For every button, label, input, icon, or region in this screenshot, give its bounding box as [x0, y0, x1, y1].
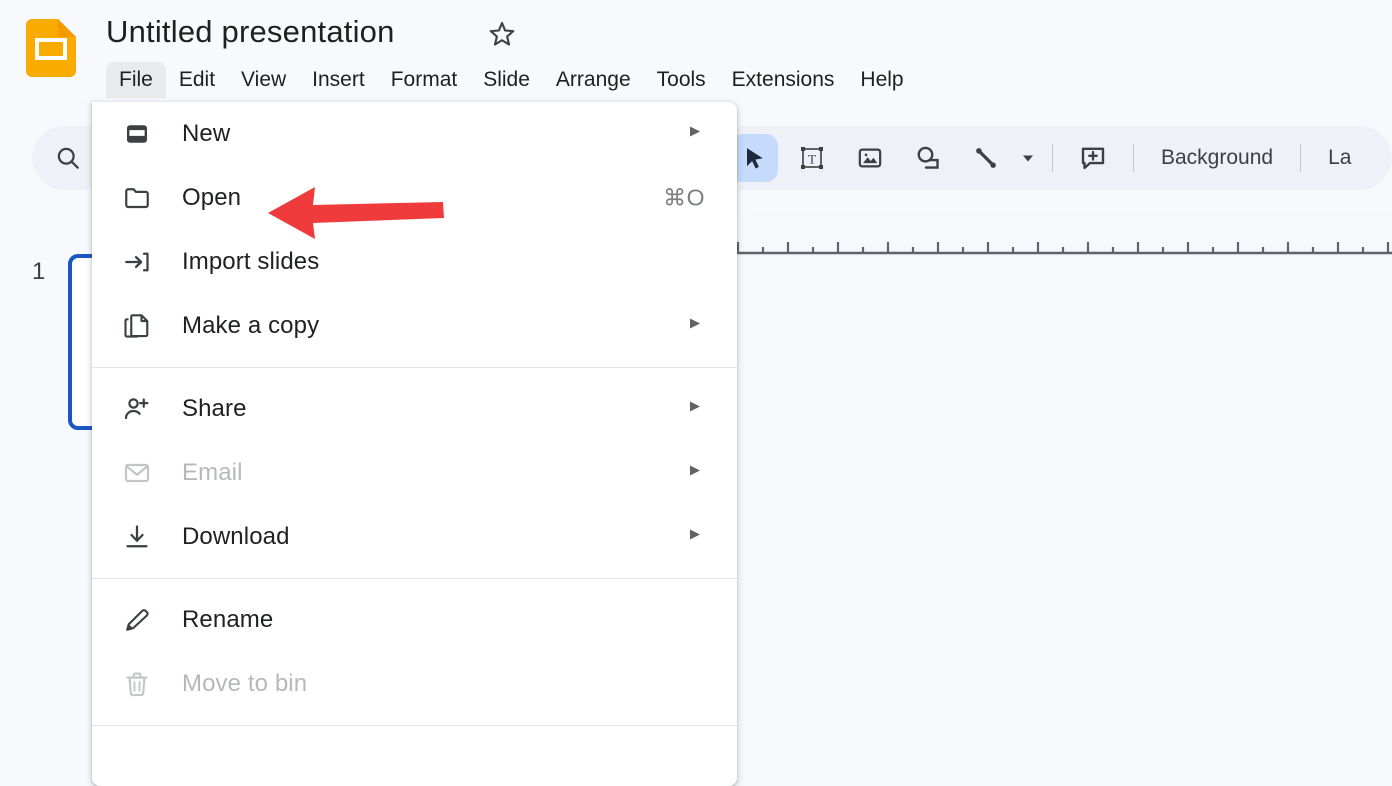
insert-shape-icon[interactable]: [904, 134, 952, 182]
menu-insert[interactable]: Insert: [299, 62, 378, 98]
slide-canvas-area[interactable]: [716, 214, 1392, 786]
trash-icon: [120, 667, 154, 701]
menu-item-new[interactable]: New: [92, 102, 737, 166]
menu-item-move-to-bin: Move to bin: [92, 652, 737, 716]
menu-item-label: Rename: [182, 606, 274, 633]
insert-image-icon[interactable]: [846, 134, 894, 182]
menu-slide[interactable]: Slide: [470, 62, 543, 98]
menu-extensions[interactable]: Extensions: [719, 62, 848, 98]
file-menu-dropdown: New Open ⌘O Import slides Make a copy Sh…: [92, 102, 737, 786]
star-outline-icon[interactable]: [487, 19, 517, 49]
menu-bar: File Edit View Insert Format Slide Arran…: [106, 62, 917, 98]
slides-logo-icon[interactable]: [26, 19, 76, 77]
select-cursor-icon[interactable]: [730, 134, 778, 182]
menu-item-label: New: [182, 120, 231, 147]
chevron-down-icon[interactable]: [1015, 136, 1041, 180]
menu-item-label: Email: [182, 459, 243, 486]
svg-text:T: T: [808, 151, 816, 166]
background-button[interactable]: Background: [1145, 138, 1289, 178]
menu-arrange[interactable]: Arrange: [543, 62, 644, 98]
menu-item-import-slides[interactable]: Import slides: [92, 230, 737, 294]
toolbar-divider-3: [1300, 144, 1302, 172]
menu-help[interactable]: Help: [847, 62, 916, 98]
text-box-icon[interactable]: T: [788, 134, 836, 182]
title-bar: Untitled presentation: [0, 0, 1392, 77]
document-title[interactable]: Untitled presentation: [106, 10, 395, 54]
menu-item-open[interactable]: Open ⌘O: [92, 166, 737, 230]
menu-edit[interactable]: Edit: [166, 62, 228, 98]
menu-item-email: Email: [92, 441, 737, 505]
menu-file[interactable]: File: [106, 62, 166, 98]
horizontal-ruler: [716, 228, 1392, 256]
search-icon[interactable]: [44, 134, 92, 182]
copy-icon: [120, 309, 154, 343]
submenu-arrow-icon: [688, 316, 702, 337]
add-comment-icon[interactable]: [1069, 134, 1117, 182]
menu-item-share[interactable]: Share: [92, 377, 737, 441]
submenu-arrow-icon: [688, 463, 702, 484]
person-add-icon: [120, 392, 154, 426]
new-presentation-icon: [120, 117, 154, 151]
menu-item-label: Make a copy: [182, 312, 320, 339]
submenu-arrow-icon: [688, 124, 702, 145]
submenu-arrow-icon: [688, 399, 702, 420]
layout-button[interactable]: La: [1312, 138, 1367, 178]
menu-item-label: Share: [182, 395, 247, 422]
folder-open-icon: [120, 181, 154, 215]
google-slides-window: Untitled presentation File Edit View Ins…: [0, 0, 1392, 786]
menu-format[interactable]: Format: [378, 62, 471, 98]
menu-divider-3: [92, 725, 737, 726]
toolbar-divider-1: [1052, 144, 1053, 172]
menu-tools[interactable]: Tools: [644, 62, 719, 98]
toolbar-divider-2: [1133, 144, 1134, 172]
menu-item-shortcut: ⌘O: [663, 184, 705, 211]
submenu-arrow-icon: [688, 527, 702, 548]
menu-item-label: Import slides: [182, 248, 320, 275]
import-slides-icon: [120, 245, 154, 279]
menu-divider-1: [92, 367, 737, 368]
menu-item-rename[interactable]: Rename: [92, 588, 737, 652]
envelope-icon: [120, 456, 154, 490]
slide-number-1: 1: [32, 258, 46, 285]
insert-line-icon[interactable]: [962, 134, 1010, 182]
menu-view[interactable]: View: [228, 62, 299, 98]
menu-divider-2: [92, 578, 737, 579]
pencil-icon: [120, 603, 154, 637]
menu-item-download[interactable]: Download: [92, 505, 737, 569]
menu-item-label: Open: [182, 184, 242, 211]
menu-item-label: Download: [182, 523, 290, 550]
menu-item-label: Move to bin: [182, 670, 308, 697]
menu-item-make-a-copy[interactable]: Make a copy: [92, 294, 737, 358]
download-icon: [120, 520, 154, 554]
